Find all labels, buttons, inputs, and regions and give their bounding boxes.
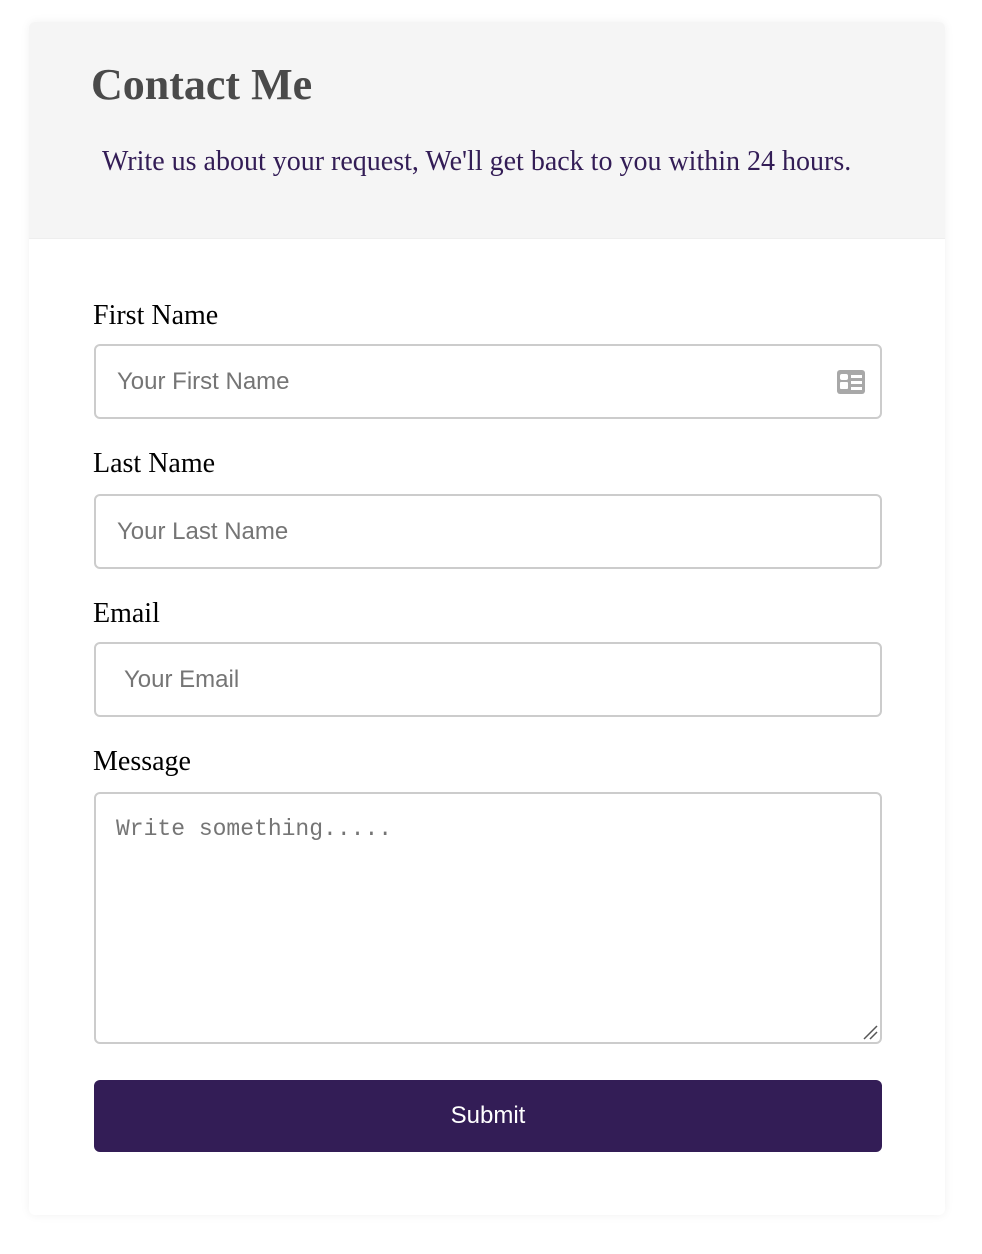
first-name-label: First Name (93, 300, 219, 331)
contact-form-card: Contact Me Write us about your request, … (29, 22, 945, 1215)
first-name-field (94, 344, 882, 419)
email-input[interactable] (96, 644, 880, 715)
page-title: Contact Me (91, 60, 313, 109)
message-textarea[interactable] (96, 794, 880, 1042)
last-name-input[interactable] (96, 496, 880, 567)
submit-button[interactable]: Submit (94, 1080, 882, 1152)
message-label: Message (93, 746, 191, 777)
last-name-label: Last Name (93, 448, 216, 479)
first-name-input[interactable] (96, 346, 880, 417)
email-field (94, 642, 882, 717)
message-field (94, 792, 882, 1044)
email-label: Email (93, 598, 160, 629)
contact-header: Contact Me Write us about your request, … (29, 22, 945, 239)
contact-card-icon (837, 370, 865, 394)
resize-handle-icon[interactable] (862, 1024, 878, 1040)
last-name-field (94, 494, 882, 569)
page-subtitle: Write us about your request, We'll get b… (102, 146, 852, 177)
